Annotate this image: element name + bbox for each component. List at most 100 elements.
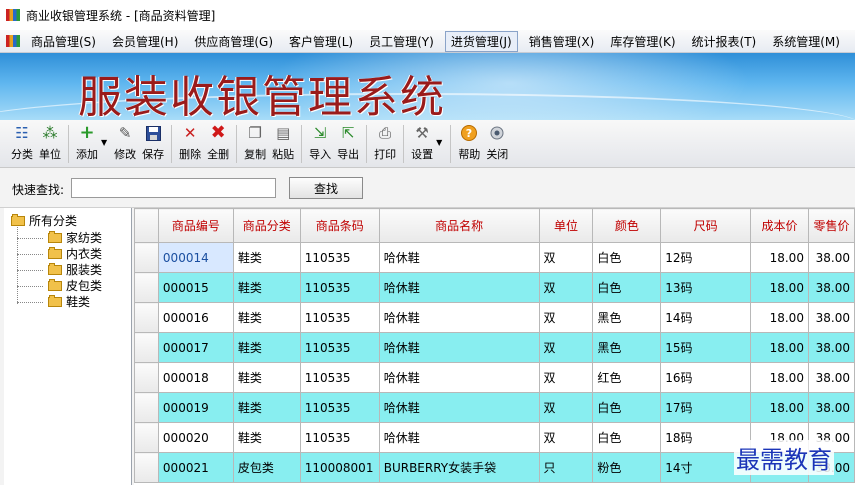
table-cell[interactable]: 18.00 bbox=[750, 242, 809, 273]
help-button[interactable]: ? 帮助 bbox=[455, 124, 483, 162]
table-cell[interactable]: 双 bbox=[538, 272, 594, 303]
table-cell[interactable]: 黑色 bbox=[592, 302, 662, 333]
table-cell[interactable]: 哈休鞋 bbox=[378, 362, 540, 393]
settings-dropdown-arrow-icon[interactable]: ▼ bbox=[436, 138, 442, 147]
table-cell[interactable]: 只 bbox=[538, 452, 594, 483]
table-cell[interactable]: 110535 bbox=[299, 302, 380, 333]
table-cell[interactable]: 000018 bbox=[157, 362, 234, 393]
row-indicator[interactable] bbox=[134, 452, 159, 483]
table-row[interactable]: 000015 鞋类 110535 哈休鞋 双 白色 13码 18.00 38.0… bbox=[134, 272, 855, 303]
table-cell[interactable]: 白色 bbox=[592, 242, 662, 273]
export-button[interactable]: ⇱ 导出 bbox=[334, 124, 362, 162]
table-cell[interactable]: 110535 bbox=[299, 272, 380, 303]
menu-inventory[interactable]: 库存管理(K) bbox=[605, 32, 680, 51]
delete-all-button[interactable]: ✖ 全删 bbox=[204, 124, 232, 162]
column-header[interactable]: 成本价 bbox=[750, 208, 809, 243]
add-button[interactable]: + 添加 bbox=[73, 124, 101, 162]
table-cell[interactable]: 黑色 bbox=[592, 332, 662, 363]
table-cell[interactable]: 38.00 bbox=[807, 242, 855, 273]
menu-members[interactable]: 会员管理(H) bbox=[107, 32, 183, 51]
print-button[interactable]: ⎙ 打印 bbox=[371, 124, 399, 162]
column-header[interactable]: 商品编号 bbox=[157, 208, 234, 243]
table-cell[interactable]: 白色 bbox=[592, 272, 662, 303]
table-cell[interactable]: 哈休鞋 bbox=[378, 332, 540, 363]
table-cell[interactable]: 15码 bbox=[660, 332, 752, 363]
import-button[interactable]: ⇲ 导入 bbox=[306, 124, 334, 162]
menu-purchase[interactable]: 进货管理(J) bbox=[444, 30, 518, 52]
copy-button[interactable]: ❐ 复制 bbox=[241, 124, 269, 162]
row-indicator[interactable] bbox=[134, 392, 159, 423]
paste-button[interactable]: ▤ 粘贴 bbox=[269, 124, 297, 162]
table-cell[interactable]: 16码 bbox=[660, 362, 752, 393]
table-row[interactable]: 000014 鞋类 110535 哈休鞋 双 白色 12码 18.00 38.0… bbox=[134, 242, 855, 273]
menu-suppliers[interactable]: 供应商管理(G) bbox=[189, 32, 278, 51]
table-cell[interactable]: 鞋类 bbox=[232, 302, 301, 333]
table-row[interactable]: 000017 鞋类 110535 哈休鞋 双 黑色 15码 18.00 38.0… bbox=[134, 332, 855, 363]
table-cell[interactable]: 38.00 bbox=[807, 332, 855, 363]
column-header[interactable]: 商品名称 bbox=[378, 208, 540, 243]
table-cell[interactable]: 18.00 bbox=[750, 302, 809, 333]
row-indicator[interactable] bbox=[134, 242, 159, 273]
table-cell[interactable]: 哈休鞋 bbox=[378, 242, 540, 273]
tree-node-bags[interactable]: 皮包类 bbox=[48, 277, 102, 294]
table-cell[interactable]: 鞋类 bbox=[232, 362, 301, 393]
menu-goods[interactable]: 商品管理(S) bbox=[26, 32, 101, 51]
table-cell[interactable]: 鞋类 bbox=[232, 272, 301, 303]
table-cell[interactable]: 18.00 bbox=[750, 392, 809, 423]
category-button[interactable]: ☷ 分类 bbox=[8, 124, 36, 162]
table-cell[interactable]: 哈休鞋 bbox=[378, 392, 540, 423]
row-indicator[interactable] bbox=[134, 272, 159, 303]
table-cell[interactable]: 双 bbox=[538, 422, 594, 453]
table-cell[interactable]: 鞋类 bbox=[232, 392, 301, 423]
tree-node-all[interactable]: 所有分类 bbox=[11, 212, 77, 229]
menu-system[interactable]: 系统管理(M) bbox=[767, 32, 845, 51]
row-indicator[interactable] bbox=[134, 332, 159, 363]
row-indicator[interactable] bbox=[134, 302, 159, 333]
tree-node-shoes[interactable]: 鞋类 bbox=[48, 293, 90, 310]
row-indicator[interactable] bbox=[134, 422, 159, 453]
table-cell[interactable]: 000016 bbox=[157, 302, 234, 333]
menu-staff[interactable]: 员工管理(Y) bbox=[364, 32, 439, 51]
table-row[interactable]: 000016 鞋类 110535 哈休鞋 双 黑色 14码 18.00 38.0… bbox=[134, 302, 855, 333]
save-button[interactable]: 保存 bbox=[139, 124, 167, 162]
table-cell[interactable]: 17码 bbox=[660, 392, 752, 423]
table-row[interactable]: 000018 鞋类 110535 哈休鞋 双 红色 16码 18.00 38.0… bbox=[134, 362, 855, 393]
table-cell[interactable]: 38.00 bbox=[807, 362, 855, 393]
table-cell[interactable]: 000019 bbox=[157, 392, 234, 423]
table-cell[interactable]: 12码 bbox=[660, 242, 752, 273]
table-cell[interactable]: 110535 bbox=[299, 332, 380, 363]
table-cell[interactable]: 110008001 bbox=[299, 452, 380, 483]
row-indicator[interactable] bbox=[134, 362, 159, 393]
table-cell[interactable]: 110535 bbox=[299, 362, 380, 393]
menu-app-icon[interactable] bbox=[6, 35, 20, 47]
table-cell[interactable]: 000014 bbox=[157, 242, 234, 273]
table-cell[interactable]: 哈休鞋 bbox=[378, 272, 540, 303]
table-cell[interactable]: BURBERRY女装手袋 bbox=[378, 452, 540, 483]
column-header[interactable]: 零售价 bbox=[807, 208, 855, 243]
table-cell[interactable]: 鞋类 bbox=[232, 242, 301, 273]
table-cell[interactable]: 000017 bbox=[157, 332, 234, 363]
column-header[interactable]: 商品分类 bbox=[232, 208, 301, 243]
tree-node-home-textile[interactable]: 家纺类 bbox=[48, 229, 102, 246]
menu-customers[interactable]: 客户管理(L) bbox=[284, 32, 358, 51]
tree-node-clothing[interactable]: 服装类 bbox=[48, 261, 102, 278]
table-cell[interactable]: 14码 bbox=[660, 302, 752, 333]
table-cell[interactable]: 双 bbox=[538, 392, 594, 423]
column-header[interactable]: 商品条码 bbox=[299, 208, 380, 243]
table-row[interactable]: 000019 鞋类 110535 哈休鞋 双 白色 17码 18.00 38.0… bbox=[134, 392, 855, 423]
tree-node-underwear[interactable]: 内衣类 bbox=[48, 245, 102, 262]
table-cell[interactable]: 粉色 bbox=[592, 452, 662, 483]
table-cell[interactable]: 鞋类 bbox=[232, 422, 301, 453]
table-cell[interactable]: 18.00 bbox=[750, 332, 809, 363]
table-cell[interactable]: 鞋类 bbox=[232, 332, 301, 363]
table-cell[interactable]: 000020 bbox=[157, 422, 234, 453]
table-cell[interactable]: 双 bbox=[538, 242, 594, 273]
table-cell[interactable]: 双 bbox=[538, 302, 594, 333]
table-cell[interactable]: 18.00 bbox=[750, 362, 809, 393]
table-cell[interactable]: 000015 bbox=[157, 272, 234, 303]
column-header[interactable]: 颜色 bbox=[592, 208, 662, 243]
column-header[interactable]: 尺码 bbox=[660, 208, 752, 243]
delete-button[interactable]: ✕ 删除 bbox=[176, 124, 204, 162]
table-cell[interactable]: 13码 bbox=[660, 272, 752, 303]
unit-button[interactable]: ⁂ 单位 bbox=[36, 124, 64, 162]
